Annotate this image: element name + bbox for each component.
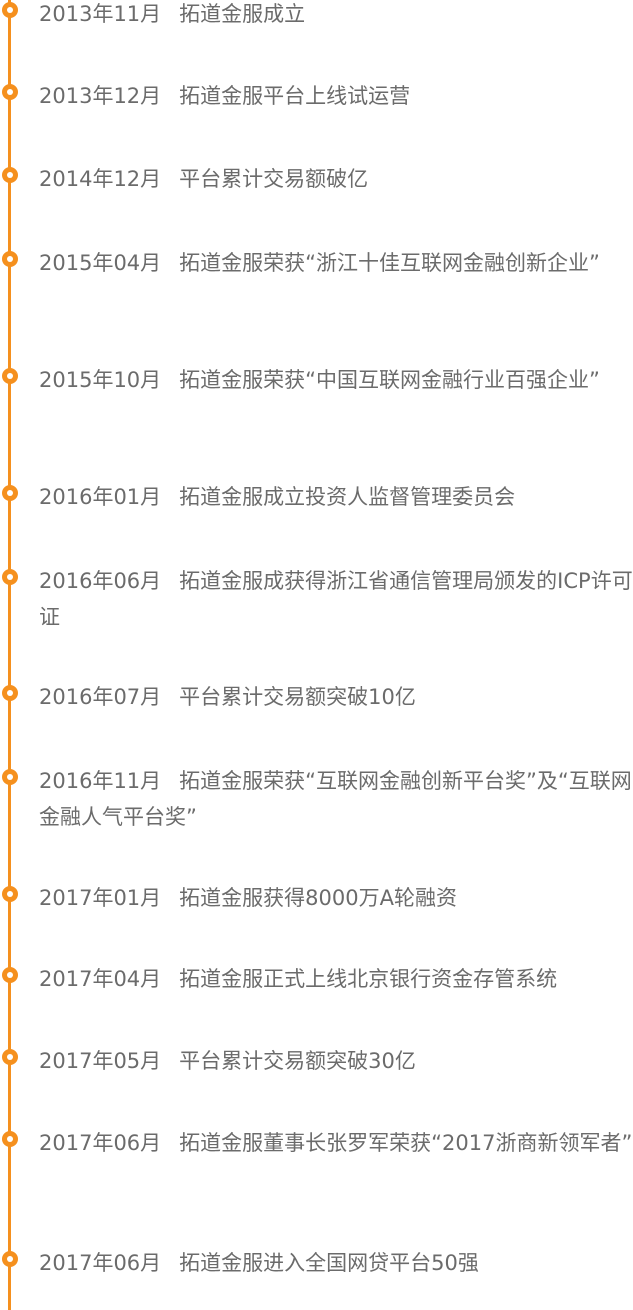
timeline-description: 平台累计交易额突破30亿 bbox=[179, 1049, 416, 1073]
timeline-description: 拓道金服荣获“浙江十佳互联网金融创新企业” bbox=[179, 251, 600, 275]
timeline-dot-icon bbox=[2, 769, 18, 785]
timeline-dot-icon bbox=[2, 1131, 18, 1147]
timeline-entry: 2016年11月 拓道金服荣获“互联网金融创新平台奖”及“互联网金融人气平台奖” bbox=[39, 763, 633, 835]
timeline-dot-icon bbox=[2, 569, 18, 585]
timeline-date: 2016年06月 bbox=[39, 569, 162, 593]
timeline-entry: 2017年06月 拓道金服进入全国网贷平台50强 bbox=[39, 1245, 633, 1281]
timeline-entry: 2017年06月 拓道金服董事长张罗军荣获“2017浙商新领军者” bbox=[39, 1125, 633, 1161]
timeline-description: 拓道金服进入全国网贷平台50强 bbox=[179, 1251, 479, 1275]
timeline-entry: 2017年01月 拓道金服获得8000万A轮融资 bbox=[39, 880, 633, 916]
timeline-line bbox=[8, 0, 11, 1310]
timeline-description: 拓道金服正式上线北京银行资金存管系统 bbox=[179, 967, 558, 991]
timeline-description: 拓道金服董事长张罗军荣获“2017浙商新领军者” bbox=[179, 1131, 633, 1155]
timeline-date: 2013年12月 bbox=[39, 84, 162, 108]
timeline-dot-icon bbox=[2, 1049, 18, 1065]
timeline-date: 2017年01月 bbox=[39, 886, 162, 910]
timeline-dot-icon bbox=[2, 1251, 18, 1267]
timeline-dot-icon bbox=[2, 368, 18, 384]
timeline-entry: 2017年05月 平台累计交易额突破30亿 bbox=[39, 1043, 633, 1079]
timeline-dot-icon bbox=[2, 167, 18, 183]
timeline-entry: 2014年12月 平台累计交易额破亿 bbox=[39, 161, 633, 197]
timeline-description: 拓道金服成立 bbox=[179, 2, 306, 26]
timeline-date: 2015年04月 bbox=[39, 251, 162, 275]
timeline-date: 2017年06月 bbox=[39, 1131, 162, 1155]
timeline-description: 拓道金服获得8000万A轮融资 bbox=[179, 886, 457, 910]
timeline-description: 拓道金服成立投资人监督管理委员会 bbox=[179, 485, 516, 509]
timeline-entry: 2016年07月 平台累计交易额突破10亿 bbox=[39, 679, 633, 715]
timeline-dot-icon bbox=[2, 685, 18, 701]
timeline-date: 2013年11月 bbox=[39, 2, 162, 26]
timeline-dot-icon bbox=[2, 2, 18, 18]
timeline-date: 2017年06月 bbox=[39, 1251, 162, 1275]
timeline-entry: 2015年04月 拓道金服荣获“浙江十佳互联网金融创新企业” bbox=[39, 245, 633, 281]
timeline-description: 平台累计交易额突破10亿 bbox=[179, 685, 416, 709]
timeline-date: 2015年10月 bbox=[39, 368, 162, 392]
timeline-description: 平台累计交易额破亿 bbox=[179, 167, 369, 191]
timeline-date: 2016年11月 bbox=[39, 769, 162, 793]
timeline-date: 2017年05月 bbox=[39, 1049, 162, 1073]
timeline-dot-icon bbox=[2, 251, 18, 267]
timeline-date: 2016年07月 bbox=[39, 685, 162, 709]
timeline-date: 2016年01月 bbox=[39, 485, 162, 509]
timeline-dot-icon bbox=[2, 84, 18, 100]
timeline-date: 2017年04月 bbox=[39, 967, 162, 991]
timeline-entry: 2015年10月 拓道金服荣获“中国互联网金融行业百强企业” bbox=[39, 362, 633, 398]
timeline-dot-icon bbox=[2, 967, 18, 983]
timeline-description: 拓道金服平台上线试运营 bbox=[179, 84, 411, 108]
timeline-entry: 2016年06月 拓道金服成获得浙江省通信管理局颁发的ICP许可证 bbox=[39, 563, 633, 635]
timeline-entry: 2016年01月 拓道金服成立投资人监督管理委员会 bbox=[39, 479, 633, 515]
milestone-timeline: 2013年11月 拓道金服成立 2013年12月 拓道金服平台上线试运营 2014年… bbox=[0, 0, 633, 1310]
timeline-entry: 2013年11月 拓道金服成立 bbox=[39, 0, 633, 32]
timeline-dot-icon bbox=[2, 485, 18, 501]
timeline-description: 拓道金服荣获“中国互联网金融行业百强企业” bbox=[179, 368, 600, 392]
timeline-entry: 2017年04月 拓道金服正式上线北京银行资金存管系统 bbox=[39, 961, 633, 997]
timeline-dot-icon bbox=[2, 886, 18, 902]
timeline-entry: 2013年12月 拓道金服平台上线试运营 bbox=[39, 78, 633, 114]
timeline-date: 2014年12月 bbox=[39, 167, 162, 191]
